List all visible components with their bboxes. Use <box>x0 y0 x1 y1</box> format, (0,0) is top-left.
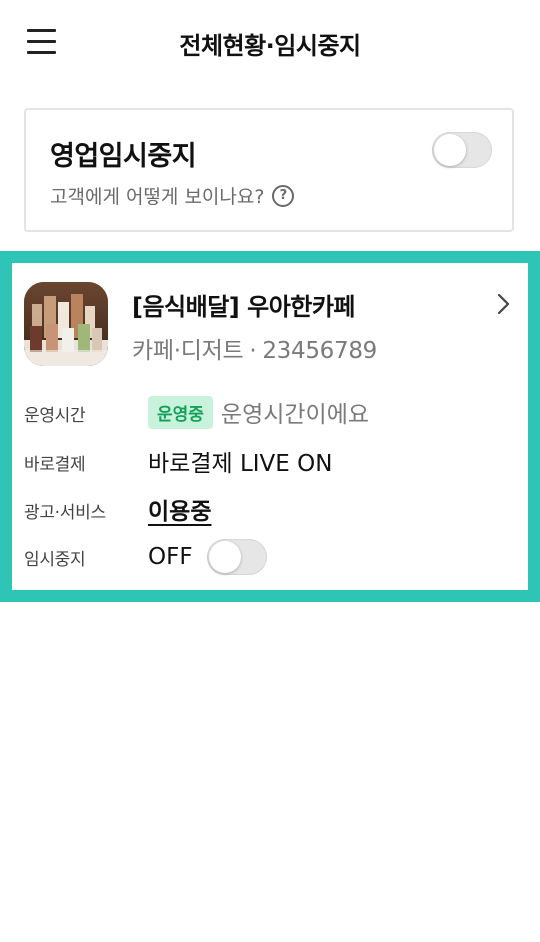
row-label: 바로결제 <box>24 455 86 475</box>
direct-payment-value: 바로결제 LIVE ON <box>148 451 333 477</box>
store-card-highlight: [음식배달] 우아한카페 카페·디저트 · 23456789 운영시간 운영중 운영… <box>0 251 540 602</box>
operating-hours-text: 운영시간이에요 <box>220 402 370 428</box>
ads-services-link[interactable]: 이용중 <box>148 492 211 526</box>
row-label: 운영시간 <box>24 406 86 426</box>
ads-services-row: 광고·서비스 이용중 <box>24 488 514 528</box>
page-title: 전체현황·임시중지 <box>179 32 361 60</box>
operating-hours-row: 운영시간 운영중 운영시간이에요 <box>24 391 514 431</box>
temporary-pause-status: OFF <box>148 544 193 570</box>
status-badge: 운영중 <box>148 395 213 429</box>
customer-view-help-text: 고객에게 어떻게 보이나요? <box>50 186 265 208</box>
separator-dot: · <box>249 338 257 364</box>
drinks-photo-image <box>24 282 108 366</box>
operating-hours-value: 운영중 운영시간이에요 <box>148 395 369 429</box>
store-name[interactable]: [음식배달] 우아한카페 <box>132 287 356 322</box>
store-card[interactable]: [음식배달] 우아한카페 카페·디저트 · 23456789 운영시간 운영중 운영… <box>12 263 528 590</box>
toggle-knob <box>208 541 241 573</box>
row-label: 임시중지 <box>24 550 86 570</box>
ads-services-value: 이용중 <box>148 492 211 526</box>
store-id: 23456789 <box>262 338 377 364</box>
temporary-pause-card: 영업임시중지 고객에게 어떻게 보이나요? ? <box>24 108 514 232</box>
temporary-pause-value: OFF <box>148 539 267 575</box>
store-info: 카페·디저트 · 23456789 <box>132 331 377 365</box>
toggle-knob <box>434 134 466 166</box>
temporary-pause-toggle[interactable] <box>432 132 492 168</box>
store-pause-toggle[interactable] <box>206 539 267 575</box>
temporary-pause-row: 임시중지 OFF <box>24 535 514 575</box>
temporary-pause-title: 영업임시중지 <box>50 141 197 172</box>
direct-payment-row: 바로결제 바로결제 LIVE ON <box>24 440 514 480</box>
store-category: 카페·디저트 <box>132 338 244 364</box>
question-circle-icon[interactable]: ? <box>272 184 295 207</box>
chevron-right-icon[interactable] <box>496 292 512 316</box>
app-screen: 전체현황·임시중지 영업임시중지 고객에게 어떻게 보이나요? ? [음식배달]… <box>0 0 540 942</box>
store-thumbnail <box>24 282 108 366</box>
top-bar: 전체현황·임시중지 <box>0 0 540 84</box>
row-label: 광고·서비스 <box>24 503 106 523</box>
customer-view-help-link[interactable]: 고객에게 어떻게 보이나요? ? <box>50 182 295 209</box>
